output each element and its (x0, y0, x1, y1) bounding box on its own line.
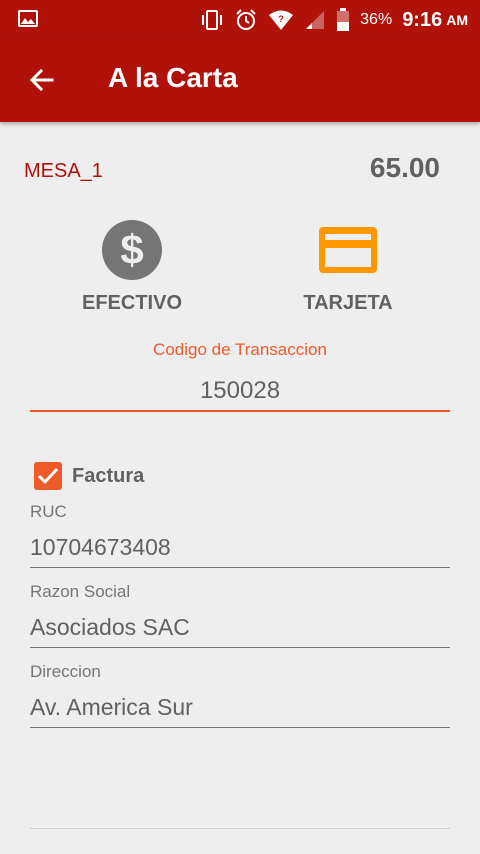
cash-payment-label: EFECTIVO (81, 292, 182, 314)
ruc-label: RUC (30, 502, 67, 521)
razon-social-label: Razon Social (30, 582, 131, 601)
invoice-checkbox[interactable] (34, 462, 62, 490)
wifi-icon: ? (269, 10, 294, 30)
invoice-checkbox-row[interactable]: Factura (34, 462, 144, 490)
svg-text:$: $ (120, 226, 143, 273)
direccion-input[interactable] (30, 688, 450, 728)
credit-card-icon (319, 227, 377, 273)
battery-percent: 36% (360, 11, 393, 28)
alarm-icon (236, 9, 256, 30)
checkmark-icon (37, 467, 59, 485)
invoice-checkbox-label: Factura (72, 464, 145, 487)
ruc-input[interactable] (30, 528, 450, 568)
battery-icon (337, 8, 350, 31)
gallery-notification-icon (18, 10, 38, 27)
card-payment-button[interactable]: TARJETA (268, 218, 428, 318)
clock-time: 9:16 (402, 8, 443, 31)
divider (30, 828, 450, 829)
page-title: A la Carta (108, 62, 238, 93)
cash-payment-button[interactable]: $ EFECTIVO (52, 218, 212, 318)
razon-social-input[interactable] (30, 608, 450, 648)
order-total: 65.00 (369, 152, 440, 183)
signal-icon (306, 11, 325, 29)
vibrate-icon (202, 10, 223, 30)
arrow-back-icon[interactable] (26, 64, 58, 96)
transaction-code-label: Codigo de Transaccion (153, 340, 327, 359)
app-bar: A la Carta (0, 40, 480, 122)
dollar-circle-icon: $ (102, 220, 162, 280)
direccion-label: Direccion (30, 662, 101, 681)
transaction-code-input[interactable] (30, 372, 450, 412)
clock-ampm: AM (446, 12, 468, 28)
status-bar: ? 36% 9:16 AM (0, 0, 480, 40)
card-payment-label: TARJETA (303, 292, 393, 314)
svg-text:?: ? (278, 14, 284, 24)
table-name: MESA_1 (24, 160, 103, 182)
